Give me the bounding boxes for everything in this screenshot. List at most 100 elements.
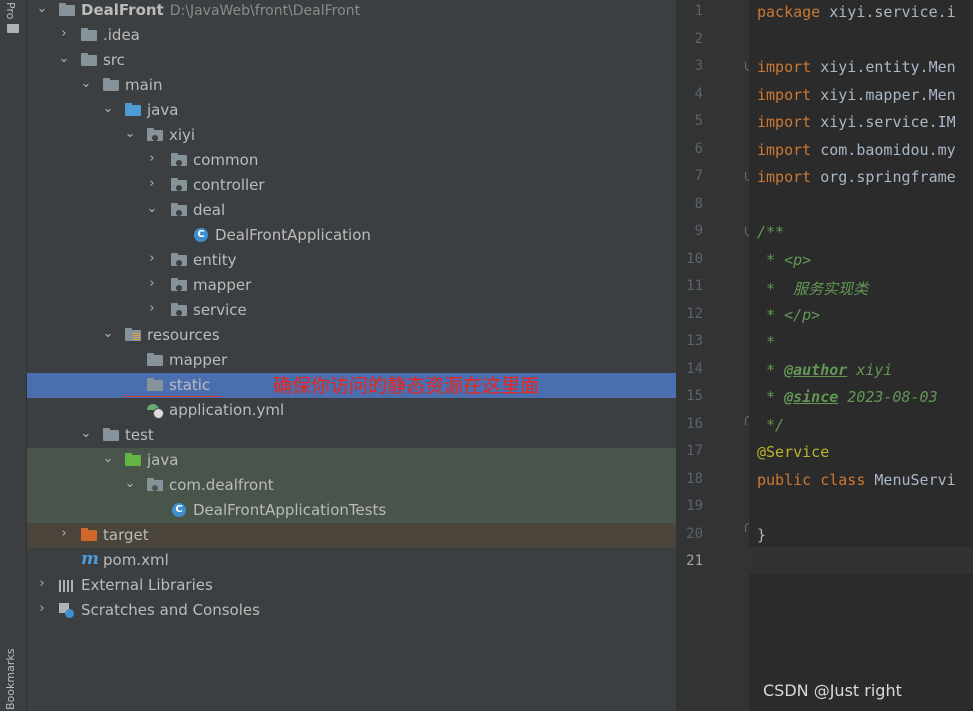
- tree-label: main: [125, 76, 163, 94]
- chevron-right-icon[interactable]: ›: [145, 277, 159, 291]
- chevron-down-icon[interactable]: ⌄: [145, 202, 159, 216]
- code-line-10: * <p>: [757, 251, 812, 269]
- line-number: 3: [694, 58, 703, 74]
- project-folder-icon[interactable]: [7, 24, 19, 33]
- code-line-13: *: [757, 333, 776, 351]
- folder-icon: [103, 428, 119, 442]
- chevron-down-icon[interactable]: ⌄: [123, 477, 137, 491]
- tree-row-idea[interactable]: › .idea: [27, 23, 676, 48]
- tree-row-test-java[interactable]: ⌄ java: [27, 448, 676, 473]
- package-icon: [147, 478, 163, 492]
- tree-label: src: [103, 51, 125, 69]
- tree-row-src[interactable]: ⌄ src: [27, 48, 676, 73]
- test-source-folder-icon: [125, 453, 141, 467]
- line-number: 8: [694, 196, 703, 212]
- tree-row-test[interactable]: ⌄ test: [27, 423, 676, 448]
- tree-row-external-libraries[interactable]: › External Libraries: [27, 573, 676, 598]
- folder-icon: [81, 28, 97, 42]
- tool-window-strip: Pro Bookmarks: [0, 0, 27, 711]
- tree-label: entity: [193, 251, 237, 269]
- tree-row-application-yml[interactable]: application.yml: [27, 398, 676, 423]
- line-number: 17: [686, 443, 703, 459]
- line-number: 19: [686, 498, 703, 514]
- chevron-down-icon[interactable]: ⌄: [79, 77, 93, 91]
- chevron-down-icon[interactable]: ⌄: [101, 102, 115, 116]
- package-icon: [171, 253, 187, 267]
- tree-row-test-class[interactable]: C DealFrontApplicationTests: [27, 498, 676, 523]
- tree-row-service[interactable]: › service: [27, 298, 676, 323]
- spring-class-icon: C: [193, 228, 209, 242]
- tree-label: com.dealfront: [169, 476, 274, 494]
- editor-gutter: 1 2 3 4 5 6 7 8 9 10 11 12 13 14 15 16 1…: [677, 0, 755, 711]
- line-number: 11: [686, 278, 703, 294]
- root-label: DealFront D:\JavaWeb\front\DealFront: [81, 1, 360, 19]
- chevron-down-icon[interactable]: ⌄: [35, 2, 49, 16]
- tree-row-deal[interactable]: ⌄ deal: [27, 198, 676, 223]
- root-path: D:\JavaWeb\front\DealFront: [169, 3, 361, 19]
- tree-row-com-dealfront[interactable]: ⌄ com.dealfront: [27, 473, 676, 498]
- line-number: 14: [686, 361, 703, 377]
- maven-icon: m: [81, 549, 99, 569]
- project-tool-tab[interactable]: Pro: [4, 2, 17, 20]
- code-editor[interactable]: package xiyi.service.i import xiyi.entit…: [749, 0, 973, 711]
- tree-row-entity[interactable]: › entity: [27, 248, 676, 273]
- chevron-right-icon[interactable]: ›: [145, 177, 159, 191]
- tree-label: application.yml: [169, 401, 285, 419]
- folder-icon: [81, 53, 97, 67]
- module-folder-icon: [59, 3, 75, 17]
- tree-row-common[interactable]: › common: [27, 148, 676, 173]
- code-line-15: * @since 2023-08-03: [757, 388, 938, 406]
- package-icon: [147, 128, 163, 142]
- chevron-down-icon[interactable]: ⌄: [123, 127, 137, 141]
- test-class-icon: C: [171, 503, 187, 517]
- tree-row-main[interactable]: ⌄ main: [27, 73, 676, 98]
- chevron-down-icon[interactable]: ⌄: [57, 52, 71, 66]
- line-number: 9: [694, 223, 703, 239]
- tree-label: deal: [193, 201, 226, 219]
- chevron-right-icon[interactable]: ›: [145, 302, 159, 316]
- chevron-right-icon[interactable]: ›: [35, 602, 49, 616]
- code-line-12: * </p>: [757, 306, 821, 324]
- annotation-text: 确保你访问的静态资源在这里面: [273, 375, 540, 397]
- line-number: 1: [694, 3, 703, 19]
- chevron-down-icon[interactable]: ⌄: [79, 427, 93, 441]
- tree-row-pom[interactable]: m pom.xml: [27, 548, 676, 573]
- tree-row-resources[interactable]: ⌄ resources: [27, 323, 676, 348]
- chevron-right-icon[interactable]: ›: [35, 577, 49, 591]
- tree-row-scratches[interactable]: › Scratches and Consoles: [27, 598, 676, 623]
- tree-row-res-mapper[interactable]: mapper: [27, 348, 676, 373]
- tree-row-mapper[interactable]: › mapper: [27, 273, 676, 298]
- tree-label: mapper: [169, 351, 228, 369]
- line-number: 13: [686, 333, 703, 349]
- line-number: 7: [694, 168, 703, 184]
- scratches-icon: [59, 603, 75, 618]
- library-icon: [59, 578, 75, 592]
- chevron-right-icon[interactable]: ›: [57, 527, 71, 541]
- tree-row-xiyi[interactable]: ⌄ xiyi: [27, 123, 676, 148]
- chevron-right-icon[interactable]: ›: [145, 152, 159, 166]
- code-line-11: * 服务实现类: [757, 280, 869, 298]
- chevron-down-icon[interactable]: ⌄: [101, 327, 115, 341]
- tree-row-controller[interactable]: › controller: [27, 173, 676, 198]
- line-number: 16: [686, 416, 703, 432]
- current-line-number: 21: [686, 553, 703, 569]
- tree-row-root[interactable]: ⌄ DealFront D:\JavaWeb\front\DealFront: [27, 0, 676, 23]
- bookmarks-tool-tab[interactable]: Bookmarks: [4, 640, 17, 710]
- tree-label: controller: [193, 176, 265, 194]
- yaml-config-icon: [147, 403, 164, 419]
- code-line-16: */: [757, 416, 785, 434]
- chevron-down-icon[interactable]: ⌄: [101, 452, 115, 466]
- code-line-7: import org.springframe: [757, 168, 956, 186]
- tree-row-target[interactable]: › target: [27, 523, 676, 548]
- line-number: 10: [686, 251, 703, 267]
- resources-folder-icon: [125, 328, 141, 342]
- tree-row-java[interactable]: ⌄ java: [27, 98, 676, 123]
- chevron-right-icon[interactable]: ›: [145, 252, 159, 266]
- folder-icon: [147, 353, 163, 367]
- code-line-20: }: [757, 526, 767, 544]
- code-line-9: /**: [757, 223, 785, 241]
- folder-icon: [147, 378, 163, 392]
- tree-row-app-class[interactable]: C DealFrontApplication: [27, 223, 676, 248]
- project-tree: ⌄ DealFront D:\JavaWeb\front\DealFront › …: [27, 0, 676, 711]
- chevron-right-icon[interactable]: ›: [57, 27, 71, 41]
